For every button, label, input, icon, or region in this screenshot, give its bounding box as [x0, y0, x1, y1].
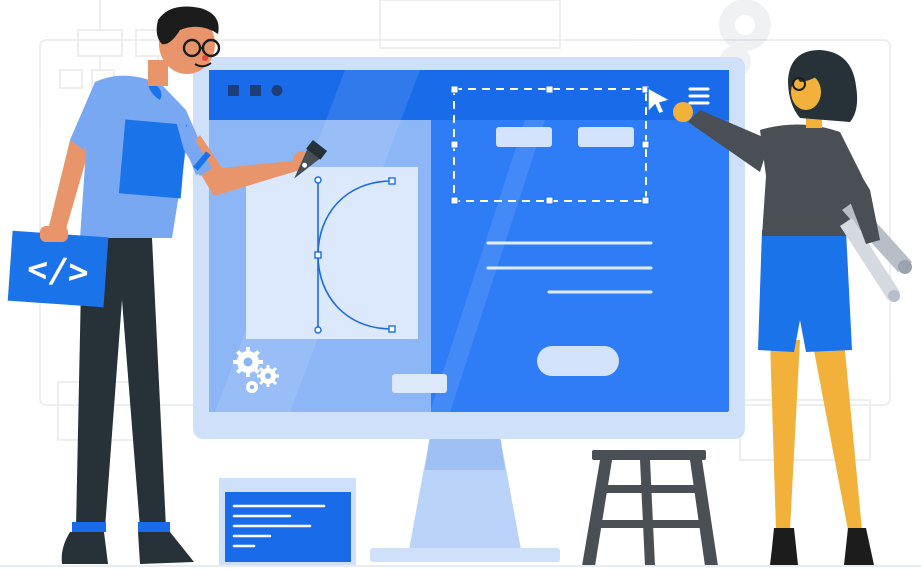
window-control-2 — [250, 85, 261, 96]
web-design-illustration: </> — [0, 0, 921, 567]
paper-rolls — [840, 200, 912, 302]
cta-button — [537, 346, 619, 376]
code-brackets-icon: </> — [26, 249, 90, 293]
monitor-base — [370, 548, 560, 562]
window-control-3 — [271, 85, 283, 96]
step-stool — [582, 450, 718, 566]
artboard — [246, 167, 418, 339]
window-control-1 — [228, 85, 239, 96]
code-sign: </> — [7, 230, 109, 308]
nav-button-1 — [496, 127, 552, 147]
panel-button — [392, 374, 447, 393]
nav-button-2 — [578, 127, 634, 147]
illustration-scene: </> — [0, 0, 921, 570]
